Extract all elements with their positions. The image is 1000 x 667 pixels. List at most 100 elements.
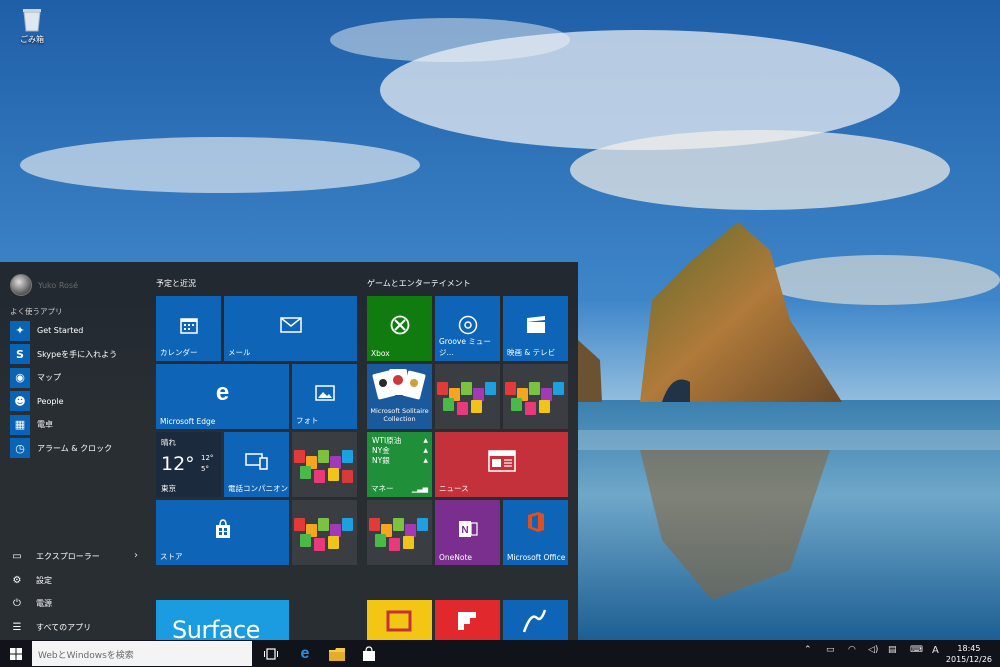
tile-photos[interactable]: フォト [292,364,357,429]
power-label: 電源 [36,599,52,609]
brush-script-icon [522,609,547,633]
wifi-icon[interactable]: ◠ [848,645,856,655]
chevron-right-icon[interactable]: › [134,550,138,561]
tile-phone-companion[interactable]: 電話コンパニオン [224,432,289,497]
tile-money[interactable]: WTI原油 NY金 NY銀 ▲ ▲ ▲ ▁▃▅ マネー [367,432,432,497]
app-alarm-clock[interactable]: ◷ アラーム & クロック [10,437,117,461]
tile-xbox[interactable]: Xbox [367,296,432,361]
clock[interactable]: 18:45 2015/12/26 [946,643,992,665]
tile-calendar[interactable]: カレンダー [156,296,221,361]
user-account[interactable]: Yuko Rosé [10,274,78,296]
app-label: 電卓 [37,420,53,430]
lightbulb-icon: ✦ [10,320,30,341]
recycle-bin-desktop-icon[interactable]: ごみ箱 [14,6,50,45]
tile-edge[interactable]: e Microsoft Edge [156,364,289,429]
weather-temperature: 12° [161,453,195,475]
chart-trend-icon: ▁▃▅ [411,485,428,493]
store-bags-graphic [294,514,355,552]
action-center-icon[interactable]: ▤ [888,645,897,655]
tile-surface-wide[interactable]: Surface [156,600,289,640]
start-button[interactable] [0,640,32,667]
keyboard-icon[interactable]: ⌨ [910,645,923,655]
chevron-up-icon[interactable]: ⌃ [804,645,812,655]
market-name: WTI原油 [372,436,402,445]
all-apps-label: すべてのアプリ [36,622,92,632]
app-label: People [37,396,64,406]
market-trend-arrows: ▲ ▲ ▲ [423,437,428,464]
battery-icon[interactable]: ▭ [826,645,835,655]
tile-solitaire[interactable]: Microsoft Solitaire Collection [367,364,432,429]
clapperboard-icon [526,316,545,334]
tile-store-promo-3[interactable] [435,364,500,429]
task-view-icon[interactable] [262,645,280,663]
tile-graphic-icon [386,610,412,632]
power-icon: ⏻ [13,598,21,610]
ime-indicator[interactable]: A [932,645,939,656]
tile-label: 電話コンパニオン [228,484,288,493]
store-bag-icon [215,519,230,539]
app-calculator[interactable]: ▦ 電卓 [10,413,117,437]
xbox-icon [390,315,409,335]
store-bags-graphic [369,514,430,552]
tile-label: OneNote [439,553,473,562]
file-explorer-icon[interactable] [328,645,346,663]
all-apps-item[interactable]: ☰ すべてのアプリ [10,616,142,640]
app-label: Get Started [37,326,84,336]
tile-store-promo-4[interactable] [503,364,568,429]
tile-label: マネー [371,484,394,493]
store-taskbar-icon[interactable] [360,645,378,663]
app-label: Skypeを手に入れよう [37,349,118,359]
power-item[interactable]: ⏻ 電源 [10,592,142,616]
tile-label: 映画 & テレビ [507,348,556,357]
market-name: NY金 [372,446,390,455]
app-label: アラーム & クロック [37,443,113,453]
tile-flipboard[interactable] [435,600,500,640]
store-bags-graphic [505,378,566,416]
user-name: Yuko Rosé [38,280,79,290]
tile-office[interactable]: Microsoft Office [503,500,568,565]
surface-wordmark: Surface [172,616,260,640]
start-left-column: Yuko Rosé よく使うアプリ ✦ Get Started S Skypeを… [0,262,148,640]
app-skype[interactable]: S Skypeを手に入れよう [10,343,117,367]
phone-companion-icon [244,453,268,470]
tile-fresh-paint[interactable] [503,600,568,640]
edge-icon: e [215,379,230,407]
weather-city: 東京 [161,484,176,493]
edge-taskbar-icon[interactable]: e [296,645,314,663]
settings-label: 設定 [36,575,52,585]
tile-partial-yellow[interactable] [367,600,432,640]
tile-store-promo-5[interactable] [367,500,432,565]
explorer-item[interactable]: ▭ エクスプローラー › [10,545,142,569]
tile-label: Microsoft Solitaire Collection [370,407,429,423]
app-maps[interactable]: ◉ マップ [10,366,117,390]
settings-item[interactable]: ⚙ 設定 [10,569,142,593]
tile-label: Microsoft Edge [160,417,216,426]
search-input[interactable]: WebとWindowsを検索 [32,641,252,666]
volume-icon[interactable]: ◁) [868,645,878,655]
recycle-bin-label: ごみ箱 [20,35,44,44]
tile-mail[interactable]: メール [224,296,357,361]
calculator-icon: ▦ [10,414,30,435]
playing-cards-icon [372,369,426,400]
newspaper-icon [487,450,516,472]
tile-news[interactable]: ニュース [435,432,568,497]
tile-store[interactable]: ストア [156,500,289,565]
app-people[interactable]: ☻ People [10,390,117,414]
tile-store-promo-1[interactable] [292,432,357,497]
tile-store-promo-2[interactable] [292,500,357,565]
tile-groove[interactable]: Groove ミュージ... [435,296,500,361]
tile-movies-tv[interactable]: 映画 & テレビ [503,296,568,361]
skype-icon: S [10,344,30,365]
tile-onenote[interactable]: N OneNote [435,500,500,565]
office-icon [527,512,544,533]
most-used-heading: よく使うアプリ [10,307,63,316]
store-bags-graphic [294,446,355,484]
photo-icon [314,385,335,401]
weather-condition: 晴れ [161,438,176,447]
start-menu: Yuko Rosé よく使うアプリ ✦ Get Started S Skypeを… [0,262,578,640]
app-label: マップ [37,373,61,383]
tile-weather[interactable]: 晴れ 12° 12° 5° 東京 [156,432,221,497]
app-get-started[interactable]: ✦ Get Started [10,319,117,343]
start-bottom-list: ▭ エクスプローラー › ⚙ 設定 ⏻ 電源 ☰ すべてのアプリ [10,545,142,639]
tile-label: Microsoft Office [507,553,566,562]
